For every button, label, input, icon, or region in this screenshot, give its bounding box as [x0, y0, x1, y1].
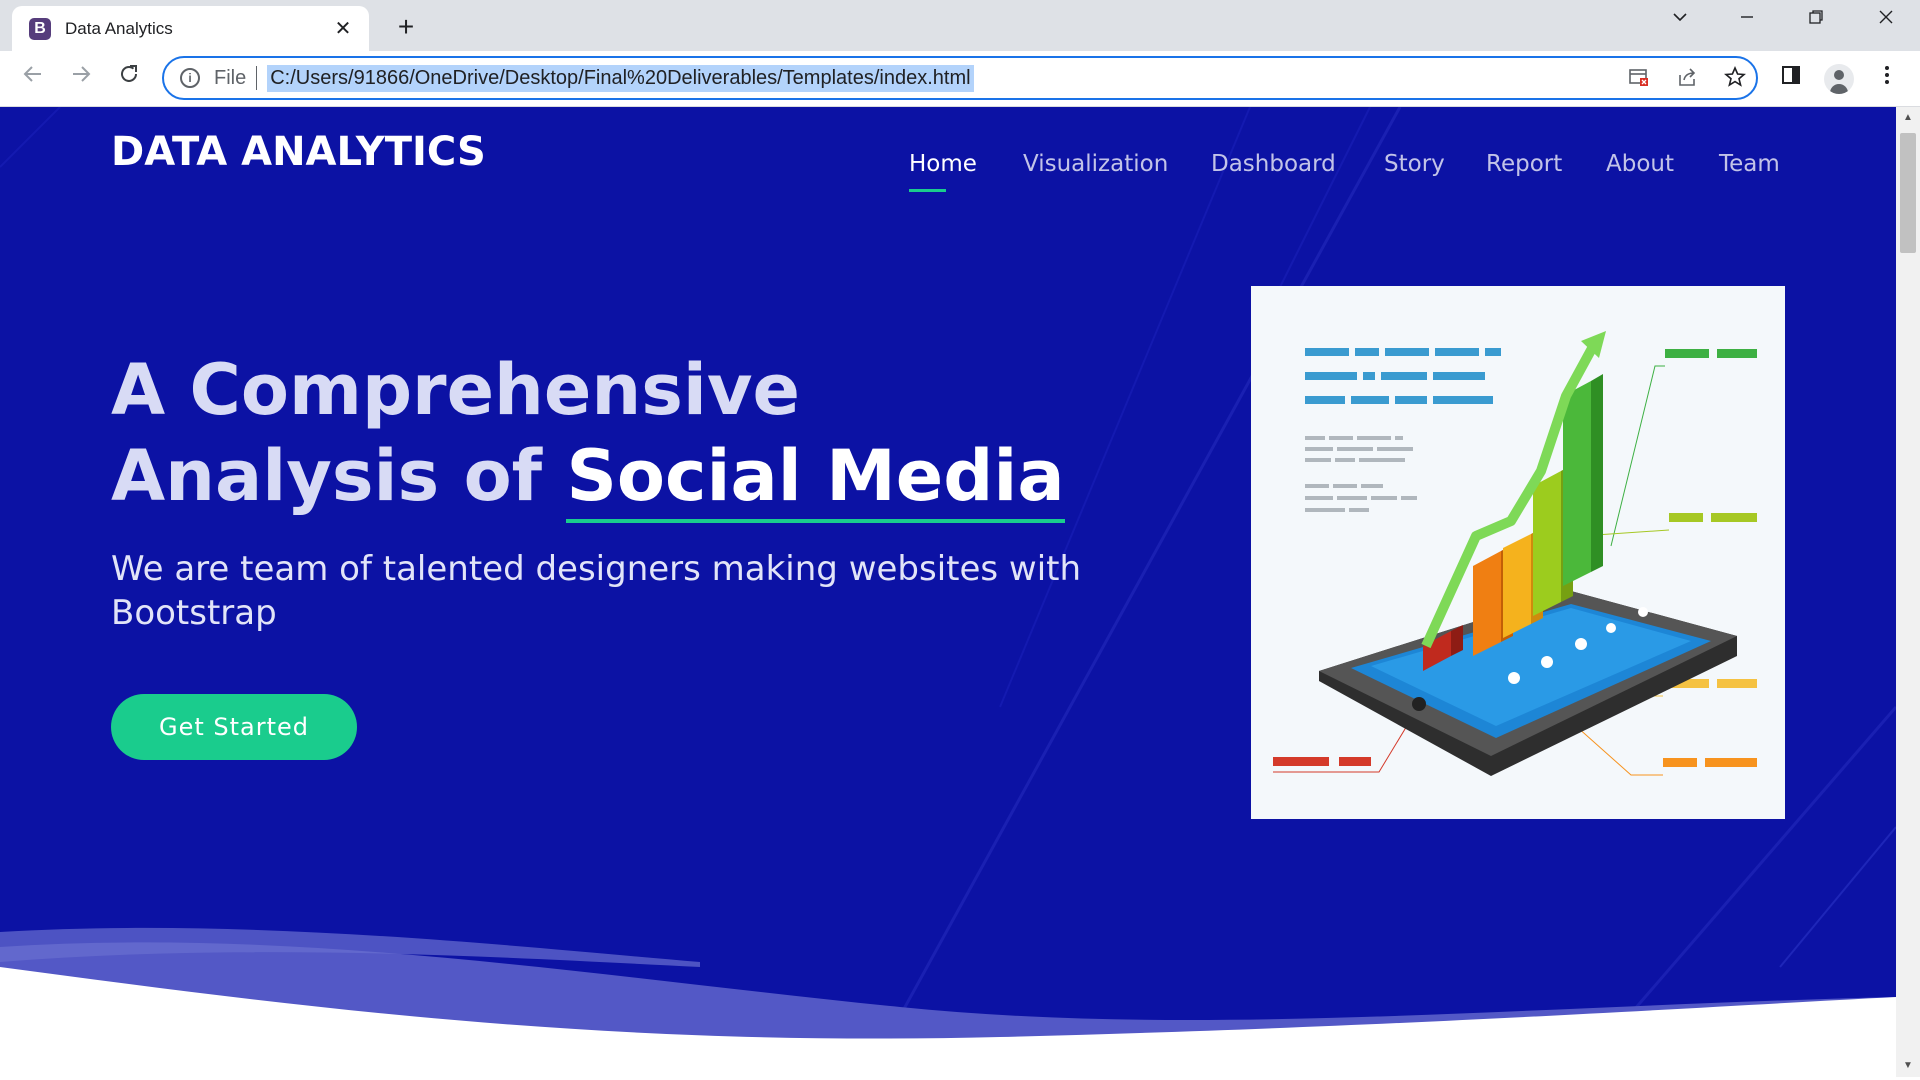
side-panel-icon[interactable] [1776, 65, 1806, 91]
restore-icon[interactable] [1796, 8, 1836, 31]
minimize-icon[interactable] [1727, 8, 1767, 31]
tab-title: Data Analytics [65, 18, 173, 38]
get-started-button[interactable]: Get Started [111, 694, 357, 760]
nav-item-dashboard[interactable]: Dashboard [1211, 151, 1336, 177]
hero-title-line1: A Comprehensive [111, 349, 800, 431]
nav-item-team[interactable]: Team [1719, 151, 1780, 177]
page-scrollbar[interactable]: ▲ ▼ [1896, 107, 1920, 1077]
back-icon[interactable] [16, 63, 50, 93]
bootstrap-favicon-icon: B [29, 17, 51, 40]
share-icon[interactable] [1672, 66, 1702, 94]
forward-icon[interactable] [64, 63, 98, 93]
profile-icon[interactable] [1824, 64, 1854, 94]
hero-wave [0, 927, 1896, 1077]
hero-section: DATA ANALYTICS Home Visualization Dashbo… [0, 107, 1896, 1077]
hero-title-highlight: Social Media [566, 435, 1065, 523]
scroll-up-arrow-icon[interactable]: ▲ [1896, 107, 1920, 129]
hero-title: A Comprehensive Analysis of Social Media [111, 347, 1065, 523]
close-tab-icon[interactable]: ✕ [331, 16, 355, 41]
site-brand[interactable]: DATA ANALYTICS [111, 129, 486, 175]
page-viewport: DATA ANALYTICS Home Visualization Dashbo… [0, 107, 1896, 1077]
url-text[interactable]: C:/Users/91866/OneDrive/Desktop/Final%20… [267, 64, 974, 92]
new-tab-button[interactable]: + [391, 11, 421, 43]
tablet-bar-chart-illustration [1251, 286, 1785, 819]
nav-item-report[interactable]: Report [1486, 151, 1562, 177]
analytics-illustration [1251, 286, 1785, 819]
hero-title-line2: Analysis of [111, 435, 567, 517]
info-icon[interactable]: i [180, 68, 200, 88]
scrollbar-thumb[interactable] [1900, 133, 1916, 253]
avatar-body [1830, 84, 1848, 94]
reload-icon[interactable] [112, 63, 146, 93]
close-window-icon[interactable] [1866, 8, 1906, 31]
scheme-label: File [214, 66, 247, 89]
scroll-down-arrow-icon[interactable]: ▼ [1896, 1055, 1920, 1077]
divider [256, 66, 258, 90]
blocked-popup-icon[interactable] [1624, 66, 1654, 94]
active-nav-indicator [909, 189, 946, 192]
menu-icon[interactable] [1872, 65, 1902, 91]
bookmark-star-icon[interactable] [1720, 65, 1750, 94]
tab-strip: B Data Analytics ✕ + [0, 0, 1920, 51]
nav-item-about[interactable]: About [1606, 151, 1674, 177]
hero-subtitle: We are team of talented designers making… [111, 549, 1082, 633]
nav-item-visualization[interactable]: Visualization [1023, 151, 1168, 177]
browser-toolbar: i File C:/Users/91866/OneDrive/Desktop/F… [0, 51, 1920, 107]
nav-item-story[interactable]: Story [1384, 151, 1445, 177]
browser-tab[interactable]: B Data Analytics ✕ [12, 6, 369, 51]
avatar-head [1834, 70, 1844, 80]
address-bar[interactable]: i File C:/Users/91866/OneDrive/Desktop/F… [162, 56, 1758, 100]
nav-item-home[interactable]: Home [909, 151, 977, 177]
tab-search-icon[interactable] [1660, 8, 1700, 31]
